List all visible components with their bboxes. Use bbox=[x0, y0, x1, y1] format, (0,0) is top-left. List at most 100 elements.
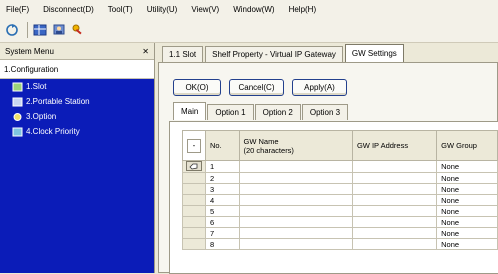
menu-bar: File(F) Disconnect(D) Tool(T) Utility(U)… bbox=[0, 0, 498, 18]
menu-file[interactable]: File(F) bbox=[6, 5, 29, 14]
nav-item-portable-station[interactable]: 2.Portable Station bbox=[0, 94, 154, 109]
row-selector[interactable] bbox=[182, 183, 206, 195]
subtab-option-2[interactable]: Option 2 bbox=[254, 104, 301, 120]
top-tab-strip: 1.1 Slot Shelf Property - Virtual IP Gat… bbox=[162, 44, 406, 62]
gw-table: - No. GW Name (20 characters) GW IP Addr… bbox=[182, 130, 498, 250]
menu-disconnect[interactable]: Disconnect(D) bbox=[43, 5, 94, 14]
ok-button[interactable]: OK(O) bbox=[173, 79, 221, 96]
key-icon[interactable] bbox=[70, 22, 86, 38]
cell-gw-group[interactable]: None bbox=[436, 160, 498, 173]
nav-item-slot[interactable]: 1.Slot bbox=[0, 79, 154, 94]
cell-gw-group[interactable]: None bbox=[436, 216, 498, 228]
table-row[interactable]: 1 None bbox=[182, 160, 498, 173]
gw-grid: - No. GW Name (20 characters) GW IP Addr… bbox=[169, 121, 498, 274]
cell-no: 3 bbox=[205, 183, 240, 195]
cell-gw-ip[interactable] bbox=[351, 216, 438, 228]
subtab-option-1[interactable]: Option 1 bbox=[207, 104, 254, 120]
main-panel: 1.1 Slot Shelf Property - Virtual IP Gat… bbox=[156, 43, 498, 274]
row-selector[interactable] bbox=[182, 160, 206, 173]
cell-gw-ip[interactable] bbox=[351, 227, 438, 239]
cell-gw-group[interactable]: None bbox=[436, 205, 498, 217]
nav-item-label: 4.Clock Priority bbox=[26, 127, 80, 136]
cell-gw-name[interactable] bbox=[238, 205, 353, 217]
cell-gw-group[interactable]: None bbox=[436, 238, 498, 250]
cell-gw-group[interactable]: None bbox=[436, 227, 498, 239]
button-row: OK(O) Cancel(C) Apply(A) bbox=[173, 79, 355, 96]
subtab-main[interactable]: Main bbox=[173, 102, 207, 120]
table-row[interactable]: 7 None bbox=[182, 227, 498, 239]
hand-pointer-icon bbox=[186, 161, 202, 171]
row-selector[interactable] bbox=[182, 238, 206, 250]
tab-shelf-property[interactable]: Shelf Property - Virtual IP Gateway bbox=[205, 46, 343, 62]
cell-gw-group[interactable]: None bbox=[436, 194, 498, 206]
table-row[interactable]: 3 None bbox=[182, 183, 498, 195]
column-gw-name[interactable]: GW Name (20 characters) bbox=[238, 130, 353, 161]
collapse-button[interactable]: - bbox=[187, 138, 201, 153]
cell-no: 7 bbox=[205, 227, 240, 239]
cell-no: 8 bbox=[205, 238, 240, 250]
nav-item-label: 1.Slot bbox=[26, 82, 47, 91]
cell-gw-name[interactable] bbox=[238, 183, 353, 195]
cell-gw-name[interactable] bbox=[238, 238, 353, 250]
menu-utility[interactable]: Utility(U) bbox=[147, 5, 178, 14]
table-row[interactable]: 6 None bbox=[182, 216, 498, 228]
cell-gw-name[interactable] bbox=[238, 227, 353, 239]
cell-gw-name[interactable] bbox=[238, 160, 353, 173]
nav-item-option[interactable]: 3.Option bbox=[0, 109, 154, 124]
sub-tab-strip: Main Option 1 Option 2 Option 3 bbox=[173, 102, 349, 121]
menu-tool[interactable]: Tool(T) bbox=[108, 5, 133, 14]
nav-item-label: 3.Option bbox=[26, 112, 57, 121]
grid-icon[interactable] bbox=[32, 22, 48, 38]
cell-gw-ip[interactable] bbox=[351, 160, 438, 173]
table-row[interactable]: 8 None bbox=[182, 238, 498, 250]
toolbar-divider bbox=[27, 22, 28, 38]
option-icon bbox=[12, 112, 23, 122]
row-selector[interactable] bbox=[182, 216, 206, 228]
user-icon[interactable] bbox=[51, 22, 67, 38]
cell-gw-group[interactable]: None bbox=[436, 172, 498, 184]
cell-gw-name[interactable] bbox=[238, 172, 353, 184]
configuration-list: 1.Slot 2.Portable Station 3.Option 4.Clo… bbox=[0, 79, 154, 273]
row-selector[interactable] bbox=[182, 227, 206, 239]
cell-gw-name[interactable] bbox=[238, 194, 353, 206]
slot-icon bbox=[12, 82, 23, 92]
configuration-section[interactable]: 1.Configuration bbox=[0, 60, 154, 79]
cancel-button[interactable]: Cancel(C) bbox=[229, 79, 284, 96]
column-gw-ip-address[interactable]: GW IP Address bbox=[351, 130, 438, 161]
system-menu-panel: System Menu ✕ 1.Configuration 1.Slot 2.P… bbox=[0, 43, 155, 273]
column-gw-group[interactable]: GW Group bbox=[436, 130, 498, 161]
menu-view[interactable]: View(V) bbox=[191, 5, 219, 14]
row-selector[interactable] bbox=[182, 205, 206, 217]
minus-header-cell: - bbox=[182, 130, 206, 161]
cell-gw-group[interactable]: None bbox=[436, 183, 498, 195]
row-selector[interactable] bbox=[182, 172, 206, 184]
cell-gw-ip[interactable] bbox=[351, 172, 438, 184]
clock-priority-icon bbox=[12, 127, 23, 137]
nav-item-label: 2.Portable Station bbox=[26, 97, 90, 106]
menu-help[interactable]: Help(H) bbox=[289, 5, 317, 14]
menu-window[interactable]: Window(W) bbox=[233, 5, 274, 14]
cell-gw-ip[interactable] bbox=[351, 205, 438, 217]
table-row[interactable]: 2 None bbox=[182, 172, 498, 184]
gw-settings-content: OK(O) Cancel(C) Apply(A) Main Option 1 O… bbox=[158, 62, 498, 274]
tab-slot[interactable]: 1.1 Slot bbox=[162, 46, 204, 62]
table-row[interactable]: 5 None bbox=[182, 205, 498, 217]
refresh-icon[interactable] bbox=[4, 22, 20, 38]
toolbar bbox=[0, 18, 498, 43]
close-icon[interactable]: ✕ bbox=[142, 47, 149, 56]
table-row[interactable]: 4 None bbox=[182, 194, 498, 206]
subtab-option-3[interactable]: Option 3 bbox=[301, 104, 349, 120]
row-selector[interactable] bbox=[182, 194, 206, 206]
cell-gw-ip[interactable] bbox=[351, 194, 438, 206]
cell-no: 6 bbox=[205, 216, 240, 228]
nav-item-clock-priority[interactable]: 4.Clock Priority bbox=[0, 124, 154, 139]
cell-gw-ip[interactable] bbox=[351, 238, 438, 250]
table-header-row: - No. GW Name (20 characters) GW IP Addr… bbox=[182, 130, 498, 161]
apply-button[interactable]: Apply(A) bbox=[292, 79, 347, 96]
system-menu-title: System Menu bbox=[5, 46, 54, 56]
cell-gw-name[interactable] bbox=[238, 216, 353, 228]
tab-gw-settings[interactable]: GW Settings bbox=[344, 44, 404, 62]
cell-no: 1 bbox=[205, 160, 240, 173]
cell-gw-ip[interactable] bbox=[351, 183, 438, 195]
column-no[interactable]: No. bbox=[205, 130, 240, 161]
